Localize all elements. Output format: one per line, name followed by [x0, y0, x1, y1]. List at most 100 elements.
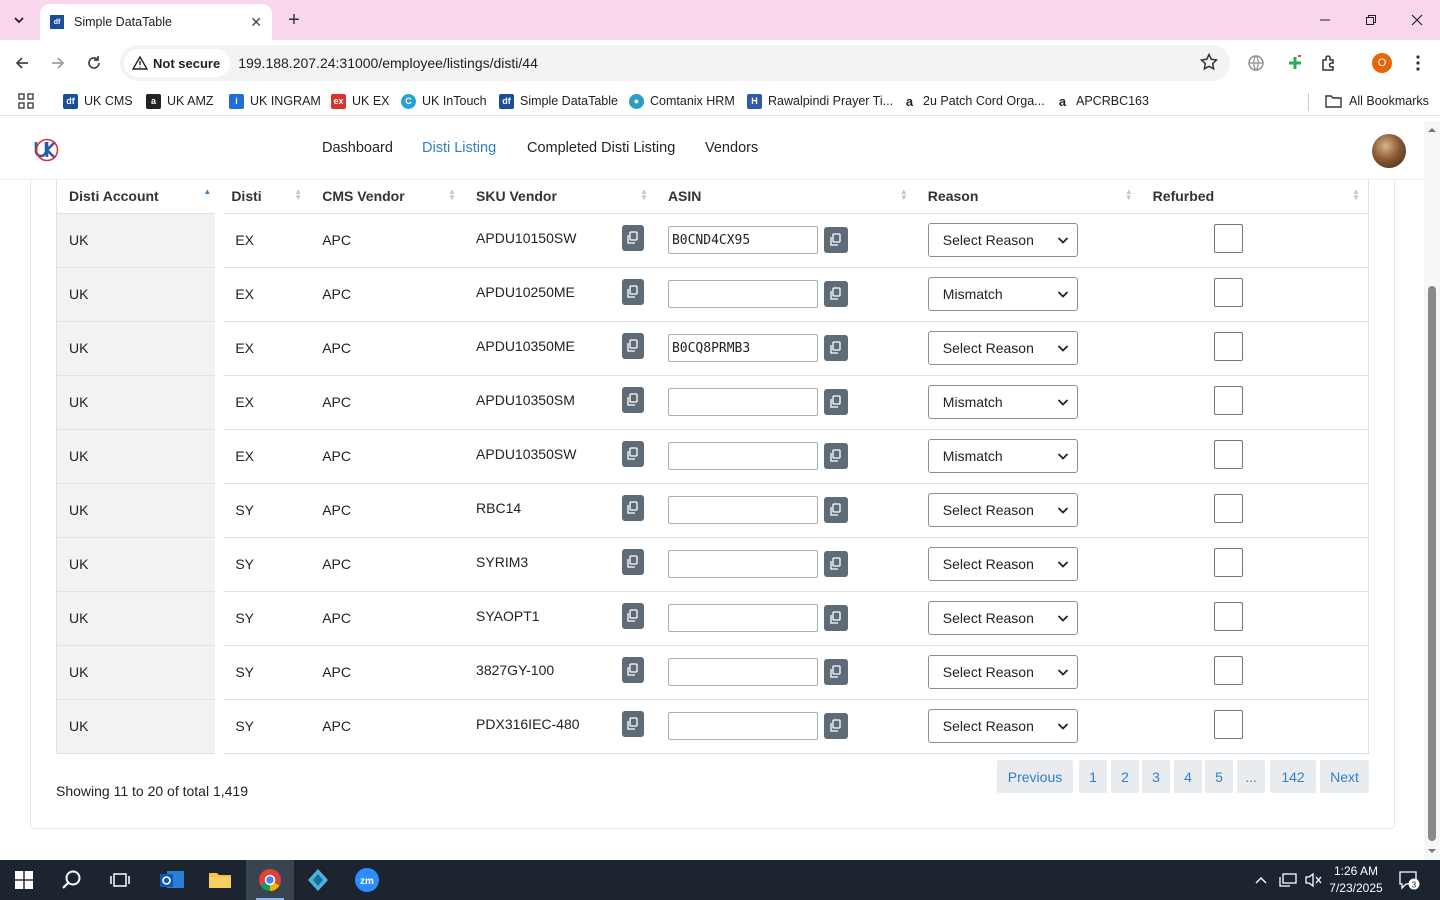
all-bookmarks-button[interactable]: All Bookmarks [1325, 91, 1429, 111]
close-window-button[interactable] [1394, 0, 1440, 40]
translate-extension-button[interactable] [1243, 50, 1269, 76]
browser-menu-button[interactable] [1405, 50, 1431, 76]
restore-button[interactable] [1348, 0, 1394, 40]
bookmark-uk-ingram[interactable]: i UK INGRAM [229, 91, 321, 111]
copy-sku-button[interactable] [621, 495, 644, 521]
refurbed-checkbox[interactable] [1213, 385, 1243, 415]
refurbed-checkbox[interactable] [1213, 277, 1243, 307]
bookmark-uk-intouch[interactable]: C UK InTouch [401, 91, 487, 111]
column-header-refurbed[interactable]: Refurbed ▲ ▼ [1140, 180, 1369, 214]
reload-button[interactable] [80, 49, 108, 77]
copy-asin-button[interactable] [823, 443, 848, 469]
refurbed-checkbox[interactable] [1213, 493, 1243, 523]
refurbed-checkbox[interactable] [1213, 655, 1243, 685]
pagination-page-142[interactable]: 142 [1270, 760, 1316, 793]
browser-tab[interactable]: df Simple DataTable ✕ [40, 4, 272, 40]
column-header-disti-account[interactable]: Disti Account ▲ [56, 180, 220, 214]
column-header-asin[interactable]: ASIN ▲ ▼ [655, 180, 916, 214]
copy-sku-button[interactable] [621, 333, 644, 359]
user-avatar[interactable] [1372, 134, 1406, 168]
copy-sku-button[interactable] [621, 657, 644, 683]
bookmark-star-button[interactable] [1199, 52, 1219, 74]
refurbed-checkbox[interactable] [1213, 223, 1243, 253]
close-tab-icon[interactable]: ✕ [250, 14, 262, 31]
back-button[interactable] [8, 49, 36, 77]
asin-input[interactable] [667, 226, 818, 254]
task-view-button[interactable] [96, 860, 144, 900]
pagination-page-1[interactable]: 1 [1079, 760, 1107, 793]
reason-select[interactable]: Select Reason [927, 223, 1078, 257]
nav-dashboard[interactable]: Dashboard [322, 140, 393, 156]
copy-sku-button[interactable] [621, 225, 644, 251]
asin-input[interactable] [667, 334, 818, 362]
bookmark-uk-amz[interactable]: a UK AMZ [146, 91, 214, 111]
scroll-down-icon[interactable] [1424, 846, 1440, 856]
forward-button[interactable] [44, 49, 72, 77]
tab-search-button[interactable] [6, 7, 32, 33]
security-chip[interactable]: Not secure [124, 49, 231, 77]
copy-sku-button[interactable] [621, 441, 644, 467]
bookmark-rawalpindi-prayer[interactable]: H Rawalpindi Prayer Ti... [747, 91, 893, 111]
copy-asin-button[interactable] [823, 605, 848, 631]
asin-input[interactable] [667, 550, 818, 578]
apps-button[interactable] [18, 91, 34, 111]
outlook-button[interactable] [148, 860, 196, 900]
bookmark-apcrbc163[interactable]: a APCRBC163 [1055, 91, 1149, 111]
reason-select[interactable]: Select Reason [927, 547, 1078, 581]
reason-select[interactable]: Select Reason [927, 331, 1078, 365]
zoom-button[interactable]: zm [343, 860, 391, 900]
notifications-button[interactable]: 3 [1398, 860, 1420, 900]
taskbar-clock[interactable]: 1:26 AM 7/23/2025 [1325, 863, 1387, 897]
copy-asin-button[interactable] [823, 713, 848, 739]
nav-completed-disti-listing[interactable]: Completed Disti Listing [527, 140, 675, 156]
minimize-button[interactable] [1302, 0, 1348, 40]
bookmark-comtanix-hrm[interactable]: ● Comtanix HRM [629, 91, 735, 111]
page-scrollbar[interactable] [1424, 121, 1440, 860]
reason-select[interactable]: Select Reason [927, 493, 1078, 527]
reason-select[interactable]: Select Reason [927, 709, 1078, 743]
nav-vendors[interactable]: Vendors [705, 140, 758, 156]
copy-asin-button[interactable] [823, 335, 848, 361]
bookmark-simple-datatable[interactable]: df Simple DataTable [499, 91, 618, 111]
copy-asin-button[interactable] [823, 227, 848, 253]
search-button[interactable] [48, 860, 96, 900]
pagination-page-5[interactable]: 5 [1205, 760, 1233, 793]
chrome-button[interactable] [246, 860, 294, 900]
copy-sku-button[interactable] [621, 279, 644, 305]
volume-muted-icon[interactable] [1304, 872, 1322, 888]
pagination-page-2[interactable]: 2 [1111, 760, 1139, 793]
asin-input[interactable] [667, 388, 818, 416]
asin-input[interactable] [667, 658, 818, 686]
copy-asin-button[interactable] [823, 551, 848, 577]
asin-input[interactable] [667, 712, 818, 740]
chevron-up-icon[interactable] [1254, 875, 1268, 885]
uk-logo[interactable] [33, 138, 59, 165]
refurbed-checkbox[interactable] [1213, 709, 1243, 739]
reason-select[interactable]: Mismatch [927, 385, 1078, 419]
reason-select[interactable]: Mismatch [927, 277, 1078, 311]
profile-button[interactable]: O [1369, 50, 1395, 76]
asin-input[interactable] [667, 280, 818, 308]
refurbed-checkbox[interactable] [1213, 331, 1243, 361]
column-header-cms-vendor[interactable]: CMS Vendor ▲ ▼ [310, 180, 465, 214]
pagination-page-3[interactable]: 3 [1142, 760, 1170, 793]
address-bar[interactable]: Not secure 199.188.207.24:31000/employee… [120, 45, 1230, 81]
column-header-reason[interactable]: Reason ▲ ▼ [915, 180, 1141, 214]
column-header-disti[interactable]: Disti ▲ ▼ [219, 180, 311, 214]
asin-input[interactable] [667, 442, 818, 470]
column-header-sku-vendor[interactable]: SKU Vendor ▲ ▼ [464, 180, 656, 214]
refurbed-checkbox[interactable] [1213, 601, 1243, 631]
copy-sku-button[interactable] [621, 387, 644, 413]
asin-input[interactable] [667, 604, 818, 632]
extension-button[interactable] [1282, 50, 1308, 76]
bookmark-uk-cms[interactable]: df UK CMS [63, 91, 133, 111]
network-icon[interactable] [1278, 872, 1298, 888]
scrollbar-thumb[interactable] [1428, 286, 1436, 841]
reason-select[interactable]: Select Reason [927, 601, 1078, 635]
bookmark-patch-cord[interactable]: a 2u Patch Cord Orga... [902, 91, 1045, 111]
copy-asin-button[interactable] [823, 281, 848, 307]
pagination-page-4[interactable]: 4 [1174, 760, 1202, 793]
scroll-up-icon[interactable] [1424, 125, 1440, 135]
copy-asin-button[interactable] [823, 389, 848, 415]
start-button[interactable] [0, 860, 48, 900]
